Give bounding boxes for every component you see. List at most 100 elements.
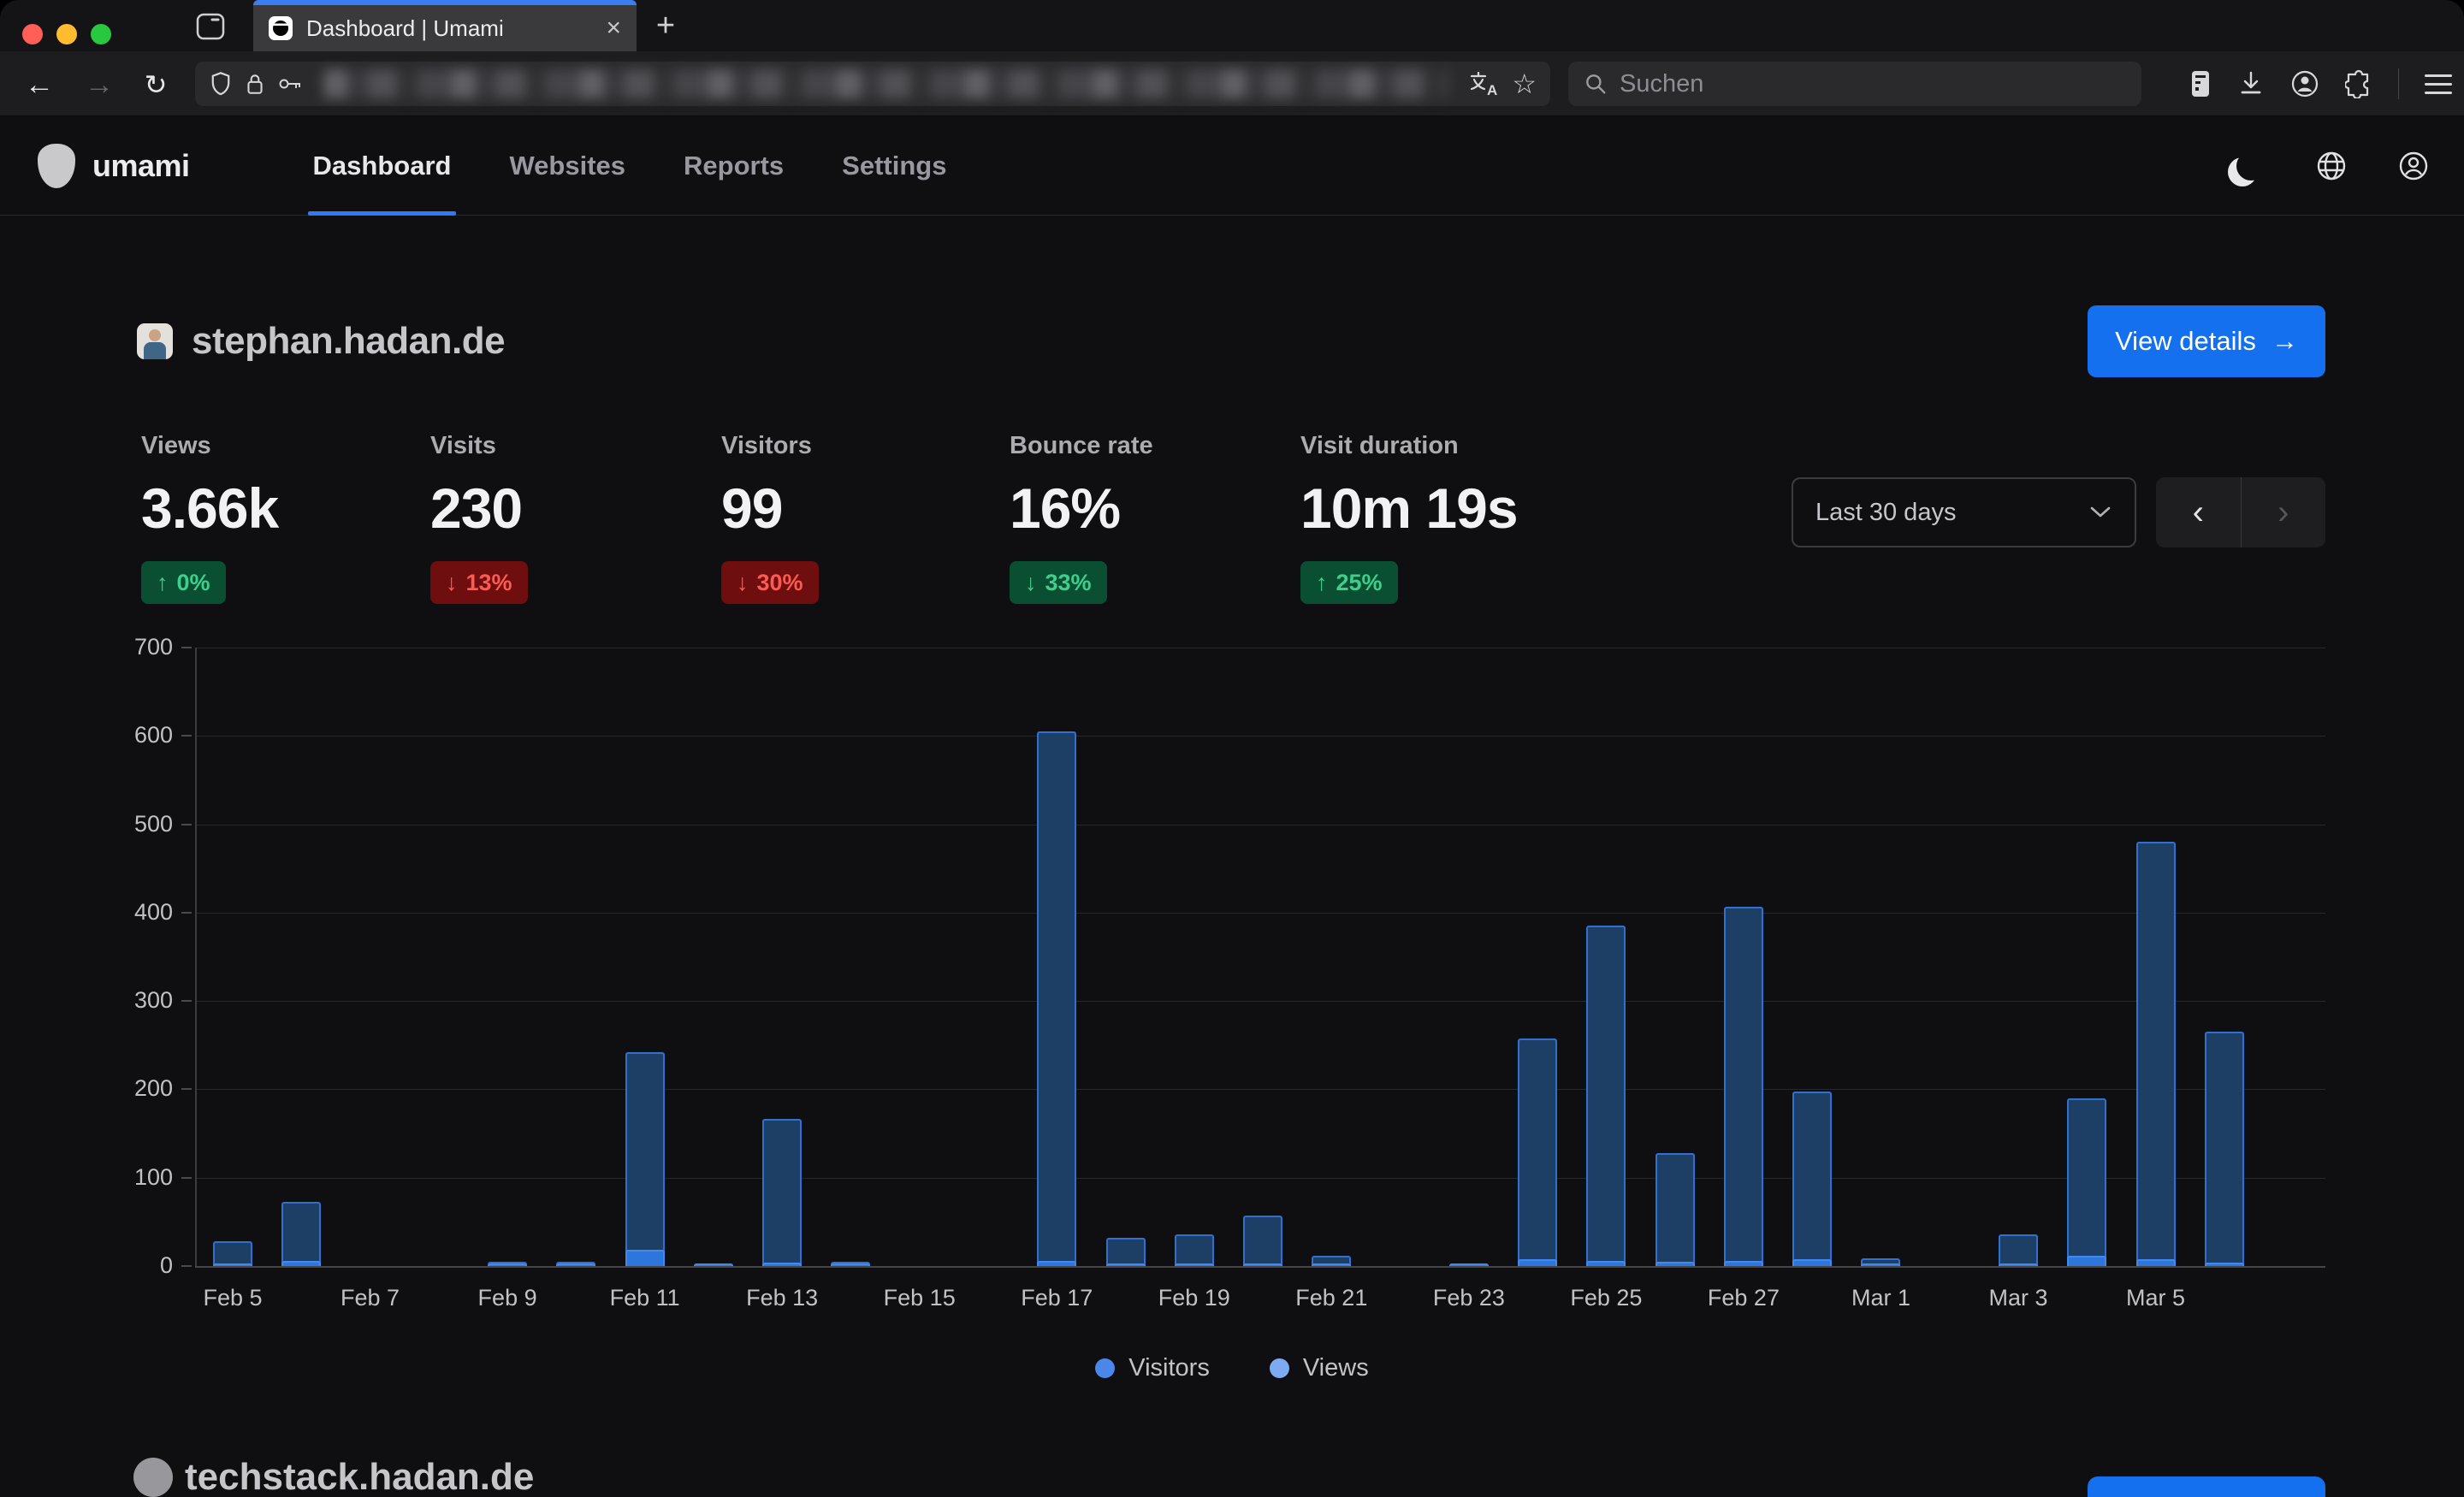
stat-label: Visitors (721, 432, 819, 460)
window-minimize-button[interactable] (56, 24, 77, 44)
views-bar[interactable] (1792, 1092, 1832, 1267)
key-icon[interactable] (277, 74, 303, 94)
next-period-button[interactable]: › (2242, 477, 2326, 547)
views-bar[interactable] (2136, 842, 2176, 1266)
visitors-bar[interactable] (2067, 1256, 2106, 1266)
panel-list-icon[interactable] (2189, 68, 2212, 99)
views-bar[interactable] (625, 1052, 665, 1266)
views-bar[interactable] (1724, 907, 1763, 1266)
menu-icon[interactable] (2425, 74, 2452, 94)
forward-button[interactable]: → (80, 67, 118, 103)
views-bar[interactable] (2067, 1098, 2106, 1266)
visitors-bar[interactable] (1861, 1263, 1900, 1266)
visitors-bar[interactable] (556, 1263, 595, 1266)
change-badge: ↑0% (141, 561, 226, 604)
y-axis-tick-label: 600 (0, 722, 173, 748)
plot-area[interactable] (195, 648, 2325, 1266)
extensions-puzzle-icon[interactable] (2345, 69, 2372, 98)
visitors-bar[interactable] (1656, 1262, 1695, 1266)
tab-title: Dashboard | Umami (306, 15, 592, 42)
bookmark-star-icon[interactable]: ☆ (1512, 68, 1537, 100)
previous-period-button[interactable]: ‹ (2156, 477, 2241, 547)
nav-item-settings[interactable]: Settings (813, 116, 975, 215)
visitors-bar[interactable] (1106, 1263, 1146, 1266)
shield-icon[interactable] (209, 71, 233, 97)
visitors-bar[interactable] (1312, 1263, 1351, 1266)
visitors-bar[interactable] (1724, 1261, 1763, 1266)
visitors-bar[interactable] (213, 1263, 252, 1266)
tab-close-icon[interactable]: × (606, 15, 621, 41)
visitors-bar[interactable] (1175, 1263, 1214, 1266)
browser-tab[interactable]: Dashboard | Umami × (253, 0, 637, 51)
views-bar[interactable] (281, 1202, 321, 1266)
views-bar[interactable] (1999, 1234, 2038, 1266)
views-bar[interactable] (762, 1119, 802, 1266)
theme-moon-icon[interactable] (2236, 151, 2266, 180)
x-axis-tick-label: Feb 23 (1433, 1285, 1505, 1311)
visitors-bar[interactable] (625, 1250, 665, 1266)
views-bar[interactable] (2205, 1032, 2244, 1266)
visitors-bar[interactable] (488, 1263, 527, 1266)
profile-icon[interactable] (2397, 150, 2430, 182)
nav-item-dashboard[interactable]: Dashboard (284, 116, 481, 215)
lock-icon[interactable] (245, 72, 265, 96)
views-bar[interactable] (1106, 1238, 1146, 1266)
change-badge: ↑25% (1300, 561, 1398, 604)
translate-icon[interactable]: A (1469, 70, 1500, 98)
grid-line (195, 913, 2325, 914)
views-bar[interactable] (213, 1241, 252, 1266)
sidebar-toggle-icon[interactable] (195, 12, 226, 41)
visitors-bar[interactable] (831, 1263, 870, 1266)
view-details-button[interactable]: View details → (2088, 305, 2325, 377)
stat-value: 3.66k (141, 476, 278, 541)
nav-item-reports[interactable]: Reports (654, 116, 813, 215)
visitors-bar[interactable] (1999, 1263, 2038, 1266)
search-bar[interactable] (1568, 62, 2141, 106)
visitors-bar[interactable] (694, 1263, 733, 1266)
legend-item-visitors[interactable]: Visitors (1095, 1354, 1210, 1382)
visitors-bar[interactable] (1037, 1261, 1076, 1266)
views-bar[interactable] (1656, 1153, 1695, 1266)
nav-item-websites[interactable]: Websites (480, 116, 654, 215)
brand-name: umami (92, 148, 190, 184)
back-button[interactable]: ← (21, 67, 58, 103)
y-axis-tick-mark (181, 1265, 192, 1267)
next-view-details-button[interactable] (2088, 1476, 2325, 1497)
x-axis-tick-label: Mar 3 (1989, 1285, 2048, 1311)
visitors-bar[interactable] (281, 1261, 321, 1266)
language-globe-icon[interactable] (2315, 150, 2348, 182)
visitors-bar[interactable] (1586, 1261, 1626, 1266)
new-tab-button[interactable]: + (647, 7, 684, 44)
visitors-bar[interactable] (1243, 1263, 1282, 1266)
account-icon[interactable] (2290, 69, 2319, 98)
arrow-down-icon: ↓ (446, 570, 458, 596)
visitors-bar[interactable] (1518, 1259, 1557, 1266)
reload-button[interactable]: ↻ (137, 67, 175, 103)
visitors-bar[interactable] (2205, 1263, 2244, 1266)
y-axis-tick-mark (181, 1088, 192, 1090)
legend-item-views[interactable]: Views (1270, 1354, 1369, 1382)
download-icon[interactable] (2237, 69, 2265, 98)
views-bar[interactable] (1175, 1234, 1214, 1266)
visitors-bar[interactable] (1449, 1263, 1489, 1266)
views-bar[interactable] (1037, 731, 1076, 1266)
views-bar[interactable] (1586, 926, 1626, 1266)
stat-label: Visits (430, 432, 528, 460)
views-bar[interactable] (1243, 1216, 1282, 1266)
visitors-bar[interactable] (2136, 1259, 2176, 1266)
y-axis-tick-mark (181, 1177, 192, 1179)
grid-line (195, 1089, 2325, 1090)
umami-logo-icon (38, 144, 75, 188)
window-zoom-button[interactable] (91, 24, 111, 44)
change-badge: ↓33% (1010, 561, 1107, 604)
visitors-bar[interactable] (1792, 1259, 1832, 1266)
x-axis-tick-label: Feb 13 (746, 1285, 818, 1311)
date-range-select[interactable]: Last 30 days (1792, 477, 2136, 547)
date-pager: ‹ › (2156, 477, 2325, 547)
window-close-button[interactable] (22, 24, 43, 44)
url-bar[interactable]: A ☆ (195, 62, 1550, 106)
umami-brand[interactable]: umami (38, 144, 190, 188)
views-bar[interactable] (1518, 1038, 1557, 1266)
search-input[interactable] (1620, 70, 2126, 98)
visitors-bar[interactable] (762, 1263, 802, 1266)
